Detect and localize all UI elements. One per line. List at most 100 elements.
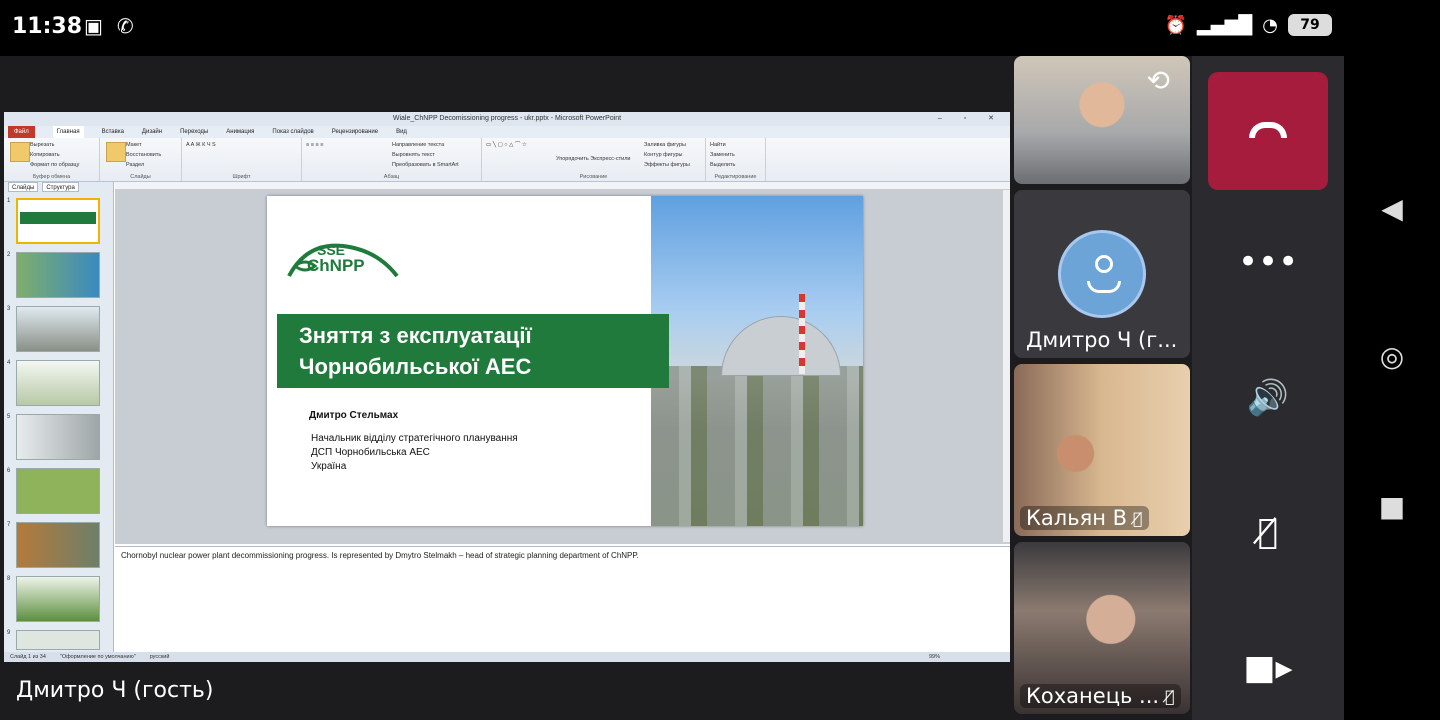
shape-effects-button[interactable]: Эффекты фигуры [644,160,690,170]
recents-icon[interactable]: ■ [1374,490,1410,526]
avatar-head [1095,255,1113,273]
arrange-button[interactable]: Упорядочить [556,156,589,162]
group-drawing: ▭ ╲ ▢ ○ △ ⌒ ☆ Упорядочить Экспресс-стили… [482,138,706,181]
tab-view[interactable]: Вид [396,126,407,138]
more-options-button[interactable]: ••• [1238,242,1298,292]
ppt-status-bar: Слайд 1 из 34 "Оформление по умолчанию" … [4,652,1010,662]
slide-number: 1 [7,198,11,204]
copy-button[interactable]: Копировать [30,150,79,160]
hang-up-icon [1249,122,1287,138]
format-painter-button[interactable]: Формат по образцу [30,160,79,170]
confinement-arch [721,316,841,376]
slide-thumbnail[interactable] [16,252,100,298]
speaker-position: Начальник відділу стратегічного плануван… [311,433,518,444]
presenter-label: Дмитро Ч (гость) [16,678,214,703]
font-controls[interactable]: A A Ж К Ч S [186,140,297,150]
vertical-scrollbar[interactable] [1002,190,1010,542]
zoom-level[interactable]: 99% [929,652,1010,662]
slide-editor: SSE ChNPP Зняття з експлуатації Чорнобил… [115,182,1010,544]
group-editing: Найти Заменить Выделить Редактирование [706,138,766,181]
smartart-button[interactable]: Преобразовать в SmartArt [392,160,459,170]
tab-slideshow[interactable]: Показ слайдов [272,126,313,138]
battery-indicator: 79 [1288,14,1332,36]
participant-name: Коханець ... 🎙̸ [1020,684,1181,708]
window-controls[interactable]: – ▫ ✕ [938,112,1004,126]
tab-review[interactable]: Рецензирование [332,126,378,138]
speaker-button[interactable]: 🔊 [1238,378,1298,428]
slide-thumbnail[interactable] [16,468,100,514]
notes-pane[interactable]: Chornobyl nuclear power plant decommissi… [115,546,1010,652]
slide-thumbnail[interactable] [16,360,100,406]
panel-tabs: Слайды Структура [4,182,113,192]
tab-insert[interactable]: Вставка [102,126,124,138]
notes-text: Chornobyl nuclear power plant decommissi… [121,551,639,560]
slide-number: 5 [7,414,11,420]
section-button[interactable]: Раздел [126,160,161,170]
new-slide-icon[interactable] [106,142,126,162]
tab-design[interactable]: Дизайн [142,126,162,138]
tab-slides[interactable]: Слайды [8,182,39,192]
participant-name: Кальян В 🎙̸ [1020,506,1149,530]
group-label-font: Шрифт [232,174,251,180]
logo-chnpp-text: ChNPP [307,256,365,275]
back-icon[interactable]: ◀ [1374,192,1410,228]
text-direction-button[interactable]: Направление текста [392,140,459,150]
microphone-muted-icon: 🎙̸ [1165,686,1175,706]
shape-outline-button[interactable]: Контур фигуры [644,150,690,160]
participant-tile[interactable]: Коханець ... 🎙̸ [1014,542,1190,714]
speaker-country: Україна [311,461,347,472]
slide-thumbnail[interactable] [16,576,100,622]
video-button[interactable]: ■▸ [1238,648,1298,698]
paste-icon[interactable] [10,142,30,162]
participant-tile-self[interactable]: ⟲ [1014,56,1190,184]
replace-button[interactable]: Заменить [710,150,761,160]
tab-transitions[interactable]: Переходы [180,126,208,138]
layout-button[interactable]: Макет [126,140,161,150]
quick-styles-button[interactable]: Экспресс-стили [590,156,630,162]
slide-thumbnail[interactable] [16,522,100,568]
ribbon: Вырезать Копировать Формат по образцу Бу… [4,138,1010,182]
slide-thumbnail[interactable] [16,198,100,244]
slide-thumbnail[interactable] [16,414,100,460]
participant-name-text: Дмитро Ч (г... [1026,328,1178,352]
participant-tile[interactable]: Кальян В 🎙̸ [1014,364,1190,536]
participant-tile[interactable]: Дмитро Ч (г... [1014,190,1190,358]
select-button[interactable]: Выделить [710,160,761,170]
home-icon[interactable]: ◎ [1374,340,1410,376]
avatar [1058,230,1146,318]
more-options-icon: ••• [1238,242,1299,282]
status-time: 11:38 [12,14,83,39]
tab-home[interactable]: Главная [52,126,84,138]
teams-notification-icon: ▣ [84,14,103,38]
microphone-button[interactable]: 🎙̸ [1238,512,1298,562]
ruler [115,182,1010,190]
participant-tiles: ⟲ Дмитро Ч (г... Кальян В 🎙̸ Коханець ..… [1014,56,1192,720]
plant-buildings [651,366,863,526]
chnpp-logo: SSE ChNPP [285,236,403,282]
group-label-paragraph: Абзац [383,174,400,180]
speaker-info: Начальник відділу стратегічного плануван… [311,432,518,474]
slide-number: 3 [7,306,11,312]
reset-button[interactable]: Восстановить [126,150,161,160]
language: русский [149,654,170,660]
microphone-muted-icon: 🎙̸ [1257,512,1279,552]
switch-camera-icon[interactable]: ⟲ [1147,64,1170,97]
shape-fill-button[interactable]: Заливка фигуры [644,140,690,150]
slide-thumbnail[interactable] [16,630,100,650]
participant-name-text: Коханець ... [1026,684,1160,708]
align-text-button[interactable]: Выровнять текст [392,150,459,160]
call-controls: ••• 🔊 🎙̸ ■▸ [1192,56,1344,720]
speaker-icon: 🔊 [1246,378,1290,418]
video-camera-icon: ■▸ [1243,648,1293,688]
slide-counter: Слайд 1 из 34 [10,654,46,660]
tab-animation[interactable]: Анимация [226,126,254,138]
current-slide[interactable]: SSE ChNPP Зняття з експлуатації Чорнобил… [267,196,863,526]
find-button[interactable]: Найти [710,140,761,150]
group-font: A A Ж К Ч S Шрифт [182,138,302,181]
cut-button[interactable]: Вырезать [30,140,79,150]
alarm-icon: ⏰ [1164,14,1187,36]
tab-file[interactable]: Файл [8,126,35,138]
slide-thumbnail[interactable] [16,306,100,352]
tab-outline[interactable]: Структура [42,182,79,192]
hang-up-button[interactable] [1208,72,1328,190]
